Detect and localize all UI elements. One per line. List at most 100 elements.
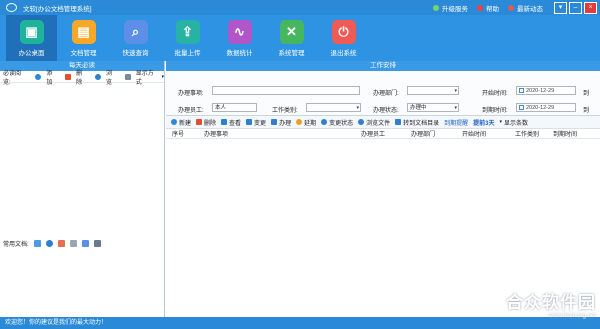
eye-icon[interactable] [45,239,53,247]
filter-form: 办理事项: 办理部门: ▾ 开始时间: 2020-12-29 到 办理员工: 本… [166,71,600,116]
show-count-button[interactable]: ▾ 显示条数 [500,118,529,127]
eye-icon [358,119,365,125]
mail-icon[interactable] [57,239,65,247]
display-mode-button[interactable]: 显示方式 ▾ [122,68,164,86]
calendar-icon [519,105,524,111]
grid-icon[interactable] [81,239,89,247]
title-bar: 文软[办公文档管理系统] 升级服务 帮助 最新动态 ▾ – × [0,0,600,15]
desktop-icon: ▣ [19,19,44,44]
eye-icon [95,73,101,80]
work-type-label: 工作类别: [272,108,298,114]
add-icon [171,119,177,125]
col-person[interactable]: 办理员工 [361,129,385,138]
work-schedule-heading: 工作安排 [166,61,600,71]
list-icon [124,73,131,80]
start-date-input[interactable]: 2020-12-29 [516,86,576,95]
work-type-select[interactable]: ▾ [306,103,361,112]
table-icon[interactable] [93,239,101,247]
start-to-label: 到 [583,91,590,97]
dept-label: 办理部门: [373,91,399,97]
due-reminder-link[interactable]: 到期提醒 [444,118,468,127]
chart-icon: ∿ [227,19,252,44]
must-read-panel: 每天必读 必读阅览: 添加 删除 浏览 显示方式 ▾ 常用文档: [0,61,165,317]
col-dept[interactable]: 办理部门 [411,129,435,138]
chevron-down-icon: ▾ [161,73,165,80]
new-button[interactable]: 新建 [171,118,191,127]
advance-days-link[interactable]: 提前3天 [473,118,494,127]
close-button[interactable]: × [584,1,597,14]
folder-icon[interactable] [33,239,41,247]
start-time-label: 开始时间: [482,91,508,97]
window-title: 文软[办公文档管理系统] [23,5,92,13]
folder-icon [395,119,402,125]
toolbar-settings[interactable]: ✕ 系统管理 [266,15,317,61]
col-due-time[interactable]: 到期时间 [553,129,577,138]
watermark: 合众软件园 www.hezhong.net [432,288,596,322]
toolbar-statistics[interactable]: ∿ 数据统计 [214,15,265,61]
due-date-input[interactable]: 2020-12-29 [516,103,576,112]
wrench-icon [271,119,278,125]
goto-directory-button[interactable]: 转到文档目录 [395,118,439,127]
work-schedule-panel: 工作安排 办理事项: 办理部门: ▾ 开始时间: 2020-12-29 到 办理… [166,61,600,317]
clock-icon [296,119,303,125]
watermark-url: www.hezhong.net [548,313,596,319]
settings-icon: ✕ [279,19,304,44]
document-icon: ▤ [71,19,96,44]
must-read-label: 必读阅览: [3,70,22,86]
status-label: 办理状态: [373,108,399,114]
add-icon [35,73,42,80]
col-index[interactable]: 序号 [172,129,184,138]
delete-icon [65,73,72,80]
toolbar-upload[interactable]: ⇪ 批量上传 [162,15,213,61]
col-item[interactable]: 办理事项 [204,129,228,138]
calendar-icon [519,88,524,94]
delete-button[interactable]: 删除 [62,68,88,86]
person-input[interactable]: 本人 [212,103,257,112]
news-icon [508,4,514,11]
add-button[interactable]: 添加 [32,68,58,86]
news-link[interactable]: 最新动态 [508,3,543,13]
chevron-down-icon: ▾ [454,88,457,94]
change-button[interactable]: 变更 [246,118,266,127]
refresh-icon [321,119,328,125]
delete-button[interactable]: 删除 [196,118,216,127]
help-icon [477,4,483,11]
due-to-label: 到 [583,108,590,114]
status-select[interactable]: 办理中 ▾ [407,103,459,112]
main-toolbar: ▣ 办公桌面 ▤ 文档管理 ⌕ 快速查询 ⇪ 批量上传 ∿ 数据统计 ✕ 系统管理 ⏻ 退出系… [0,15,600,61]
change-status-button[interactable]: 变更状态 [321,118,353,127]
toolbar-desktop[interactable]: ▣ 办公桌面 [6,15,57,61]
chevron-down-icon: ▾ [454,105,457,111]
handle-button[interactable]: 办理 [271,118,291,127]
toolbar-exit[interactable]: ⏻ 退出系统 [318,15,369,61]
help-link[interactable]: 帮助 [477,3,499,13]
extend-button[interactable]: 延期 [296,118,316,127]
browse-file-button[interactable]: 浏览文件 [358,118,390,127]
document-icon[interactable] [69,239,77,247]
upgrade-service-link[interactable]: 升级服务 [433,3,468,13]
menu-button[interactable]: ▾ [554,1,567,14]
dept-select[interactable]: ▾ [407,86,459,95]
col-start-time[interactable]: 开始时间 [462,129,486,138]
watermark-title: 合众软件园 [506,293,596,312]
col-work-type[interactable]: 工作类别 [515,129,539,138]
toolbar-search[interactable]: ⌕ 快速查询 [110,15,161,61]
browse-button[interactable]: 浏览 [92,68,118,86]
toolbar-documents[interactable]: ▤ 文档管理 [58,15,109,61]
common-docs-bar: 常用文档: [0,237,164,249]
item-input[interactable] [212,86,360,95]
due-time-label: 到期时间: [482,108,508,114]
minimize-button[interactable]: – [569,1,582,14]
view-button[interactable]: 查看 [221,118,241,127]
exit-icon: ⏻ [331,19,356,44]
chevron-down-icon: ▾ [499,119,503,125]
action-toolbar: 新建 删除 查看 变更 办理 延期 变更状态 浏览文件 转到文档目录 到期提醒 … [166,116,600,129]
chevron-down-icon: ▾ [356,105,359,111]
must-read-toolbar: 必读阅览: 添加 删除 浏览 显示方式 ▾ [0,68,164,86]
search-icon: ⌕ [123,19,148,44]
upgrade-icon [433,4,439,11]
schedule-table-header: 序号 办理事项 办理员工 办理部门 开始时间 工作类别 到期时间 [166,129,600,139]
item-label: 办理事项: [178,91,204,97]
shuffle-icon [246,119,253,125]
upload-icon: ⇪ [175,19,200,44]
